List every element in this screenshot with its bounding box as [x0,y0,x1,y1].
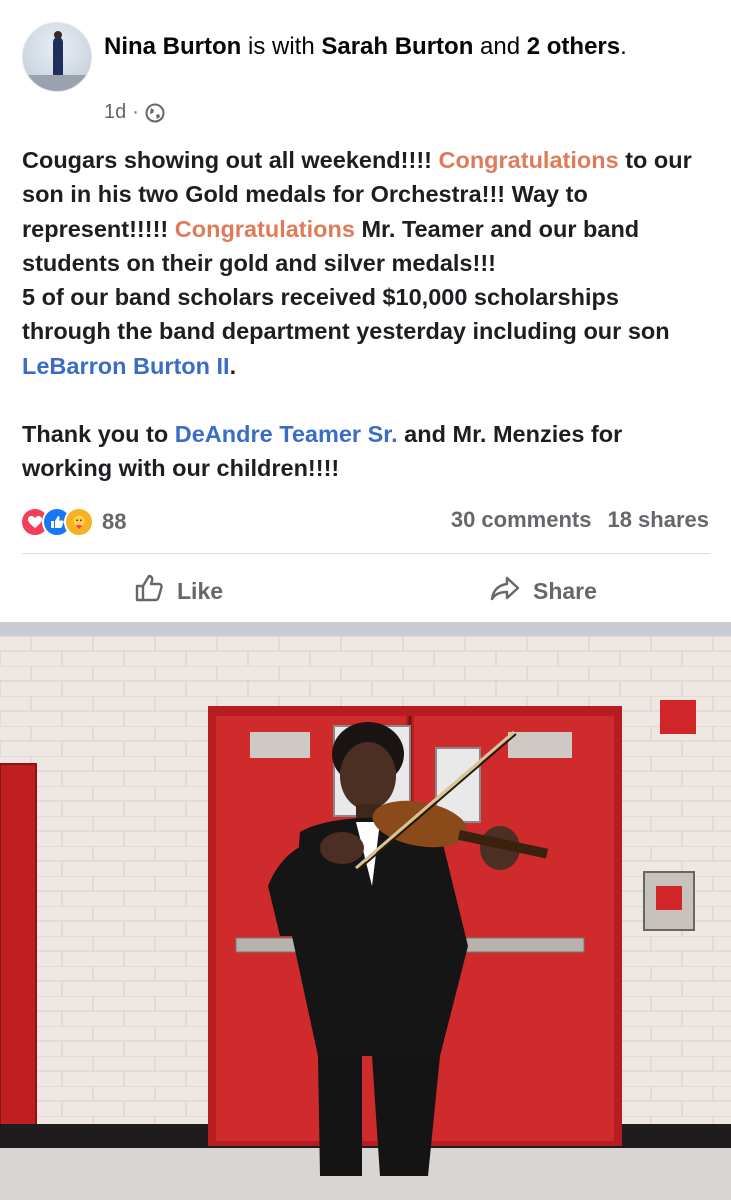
body-text-5: . [229,352,237,379]
reaction-count: 88 [102,509,127,534]
post-header: Nina Burton is with Sarah Burton and 2 o… [104,30,704,63]
share-button[interactable]: Share [489,572,597,610]
body-text-1: Cougars showing out all weekend!!!! [22,147,439,173]
share-label: Share [533,577,597,604]
body-text-4: 5 of our band scholars received $10,000 … [22,284,670,345]
shares-count-link[interactable]: 18 shares [607,507,709,533]
feed-separator [0,622,731,636]
post-paragraph-3: Thank you to DeAndre Teamer Sr. and Mr. … [22,417,712,486]
like-button[interactable]: Like [133,572,223,610]
mention-deandre-link[interactable]: DeAndre Teamer Sr. [175,421,398,447]
mention-lebarron-link[interactable]: LeBarron Burton II [22,353,230,379]
meta-dot: · [132,101,139,123]
avatar-figure [53,37,63,79]
author-avatar[interactable] [22,22,92,92]
post-paragraph-1: Cougars showing out all weekend!!!! Cong… [22,143,712,280]
violinist-photo-illustration [0,636,731,1200]
post-meta: 1d · [104,101,165,124]
post-card: Nina Burton is with Sarah Burton and 2 o… [0,0,731,622]
avatar-stage [23,75,91,91]
post-photo[interactable] [0,636,731,1200]
body-text-6: Thank you to [22,421,175,448]
tagged-name-link[interactable]: Sarah Burton [321,33,473,60]
comments-count-link[interactable]: 30 comments [451,507,592,533]
post-body: Cougars showing out all weekend!!!! Cong… [22,143,712,486]
care-icon [64,507,94,537]
with-text: is with [241,33,322,60]
author-name-link[interactable]: Nina Burton [104,33,241,60]
post-paragraph-2: 5 of our band scholars received $10,000 … [22,280,712,383]
header-period: . [620,33,627,60]
thumbs-up-icon [133,572,165,610]
engagement-stats: 30 comments 18 shares [451,507,709,533]
share-arrow-icon [489,572,521,610]
reactions-summary[interactable]: 88 [20,507,126,537]
like-label: Like [177,577,224,604]
congrats-highlight-2: Congratulations [174,215,355,242]
actions-divider [22,553,710,554]
globe-icon [145,103,165,123]
others-link[interactable]: 2 others [527,33,620,60]
and-text: and [473,33,527,60]
congrats-highlight-1: Congratulations [438,147,619,173]
post-time[interactable]: 1d [104,101,126,124]
